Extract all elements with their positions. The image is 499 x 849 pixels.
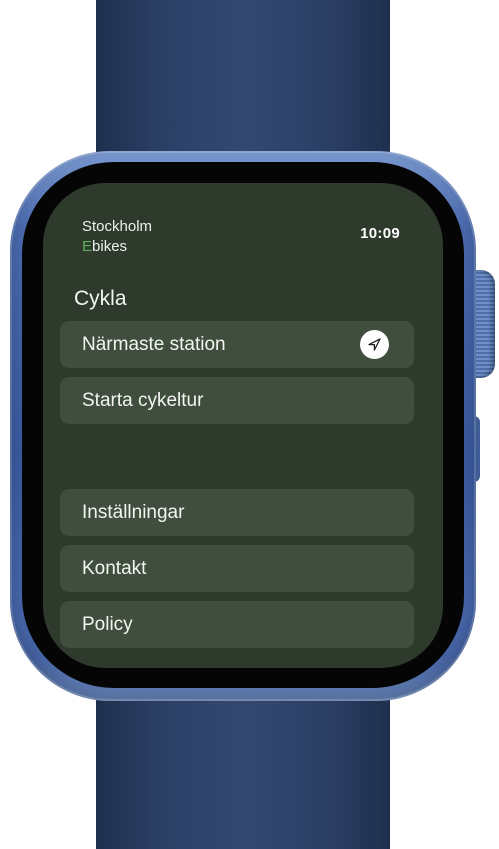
- status-time: 10:09: [360, 225, 400, 242]
- brand-line-1: Stockholm: [82, 218, 153, 235]
- menu-item-label: Närmaste station: [82, 334, 226, 355]
- menu-item-installningar[interactable]: Inställningar: [60, 489, 414, 536]
- app-brand: Stockholm Ebikes: [82, 217, 152, 257]
- menu-item-starta-cykeltur[interactable]: Starta cykeltur: [60, 377, 414, 424]
- menu-item-label: Kontakt: [82, 558, 147, 579]
- menu-item-label: Starta cykeltur: [82, 390, 204, 411]
- menu-item-kontakt[interactable]: Kontakt: [60, 545, 414, 592]
- watch-mockup: Stockholm Ebikes 10:09 Cykla Närmaste st…: [0, 0, 499, 849]
- menu-item-narmaste-station[interactable]: Närmaste station: [60, 321, 414, 368]
- brand-line-2-rest: bikes: [92, 238, 128, 255]
- brand-line-2: Ebikes: [82, 237, 152, 257]
- menu-item-label: Inställningar: [82, 502, 185, 523]
- section-title: Cykla: [74, 287, 127, 310]
- menu-item-label: Policy: [82, 614, 133, 635]
- brand-accent-letter: E: [82, 238, 93, 255]
- watch-screen: Stockholm Ebikes 10:09 Cykla Närmaste st…: [43, 183, 443, 668]
- menu-item-policy[interactable]: Policy: [60, 601, 414, 648]
- location-arrow-icon: [360, 330, 389, 359]
